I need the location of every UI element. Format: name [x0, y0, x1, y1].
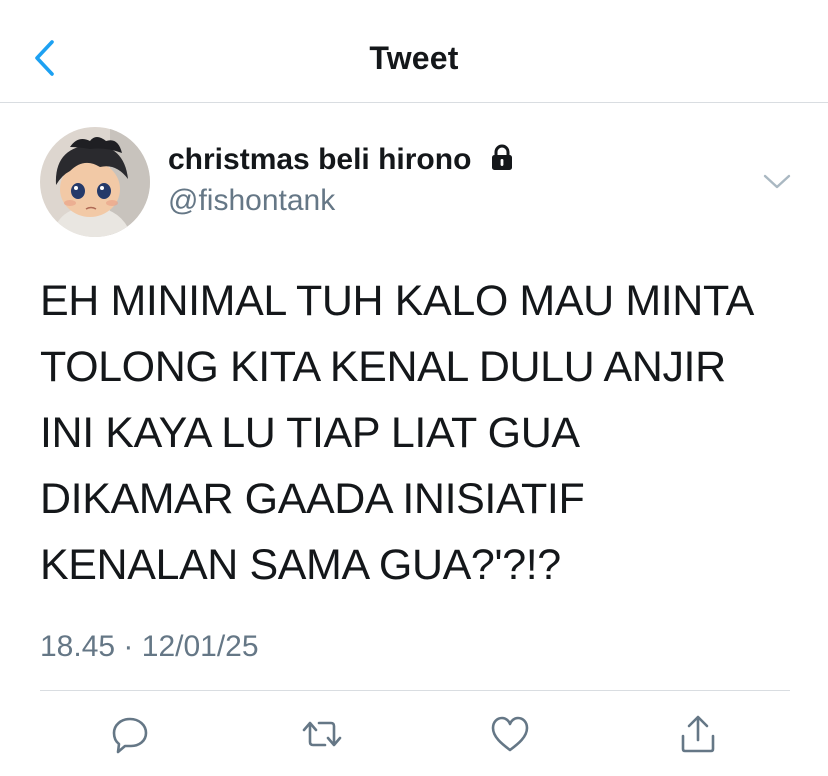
- share-icon: [681, 715, 715, 753]
- display-name-text: christmas beli hirono: [168, 143, 472, 176]
- tweet-detail-page: Tweet christmas beli hirono @fishontank …: [0, 0, 828, 776]
- tweet-text-line: EH MINIMAL TUH KALO MAU MINTA: [40, 277, 754, 325]
- tweet-text: EH MINIMAL TUH KALO MAU MINTA TOLONG KIT…: [40, 268, 810, 598]
- tweet-date: 12/01/25: [141, 630, 259, 663]
- tweet-timestamp: 18.45 · 12/01/25: [40, 630, 259, 664]
- lock-icon: [491, 144, 512, 170]
- author-display-name[interactable]: christmas beli hirono: [168, 143, 516, 177]
- avatar[interactable]: [40, 127, 150, 237]
- retweet-button[interactable]: [300, 712, 344, 756]
- heart-icon: [491, 716, 529, 752]
- tweet-text-line: INI KAYA LU TIAP LIAT GUA: [40, 409, 580, 457]
- share-button[interactable]: [676, 712, 720, 756]
- page-title: Tweet: [369, 40, 459, 76]
- reply-button[interactable]: [108, 712, 152, 756]
- more-options-button[interactable]: [760, 164, 794, 198]
- divider: [40, 690, 790, 691]
- reply-icon: [112, 717, 148, 754]
- meta-separator: ·: [123, 630, 134, 663]
- chevron-down-icon: [763, 174, 791, 189]
- retweet-icon: [302, 721, 342, 747]
- tweet-text-line: DIKAMAR GAADA INISIATIF: [40, 475, 585, 523]
- tweet-time: 18.45: [40, 630, 116, 663]
- like-button[interactable]: [488, 712, 532, 756]
- tweet-text-line: TOLONG KITA KENAL DULU ANJIR: [40, 343, 726, 391]
- author-handle[interactable]: @fishontank: [168, 184, 335, 218]
- top-navigation-bar: Tweet: [0, 0, 828, 103]
- tweet-text-line: KENALAN SAMA GUA?'?!?: [40, 541, 561, 589]
- avatar-image: [40, 127, 150, 237]
